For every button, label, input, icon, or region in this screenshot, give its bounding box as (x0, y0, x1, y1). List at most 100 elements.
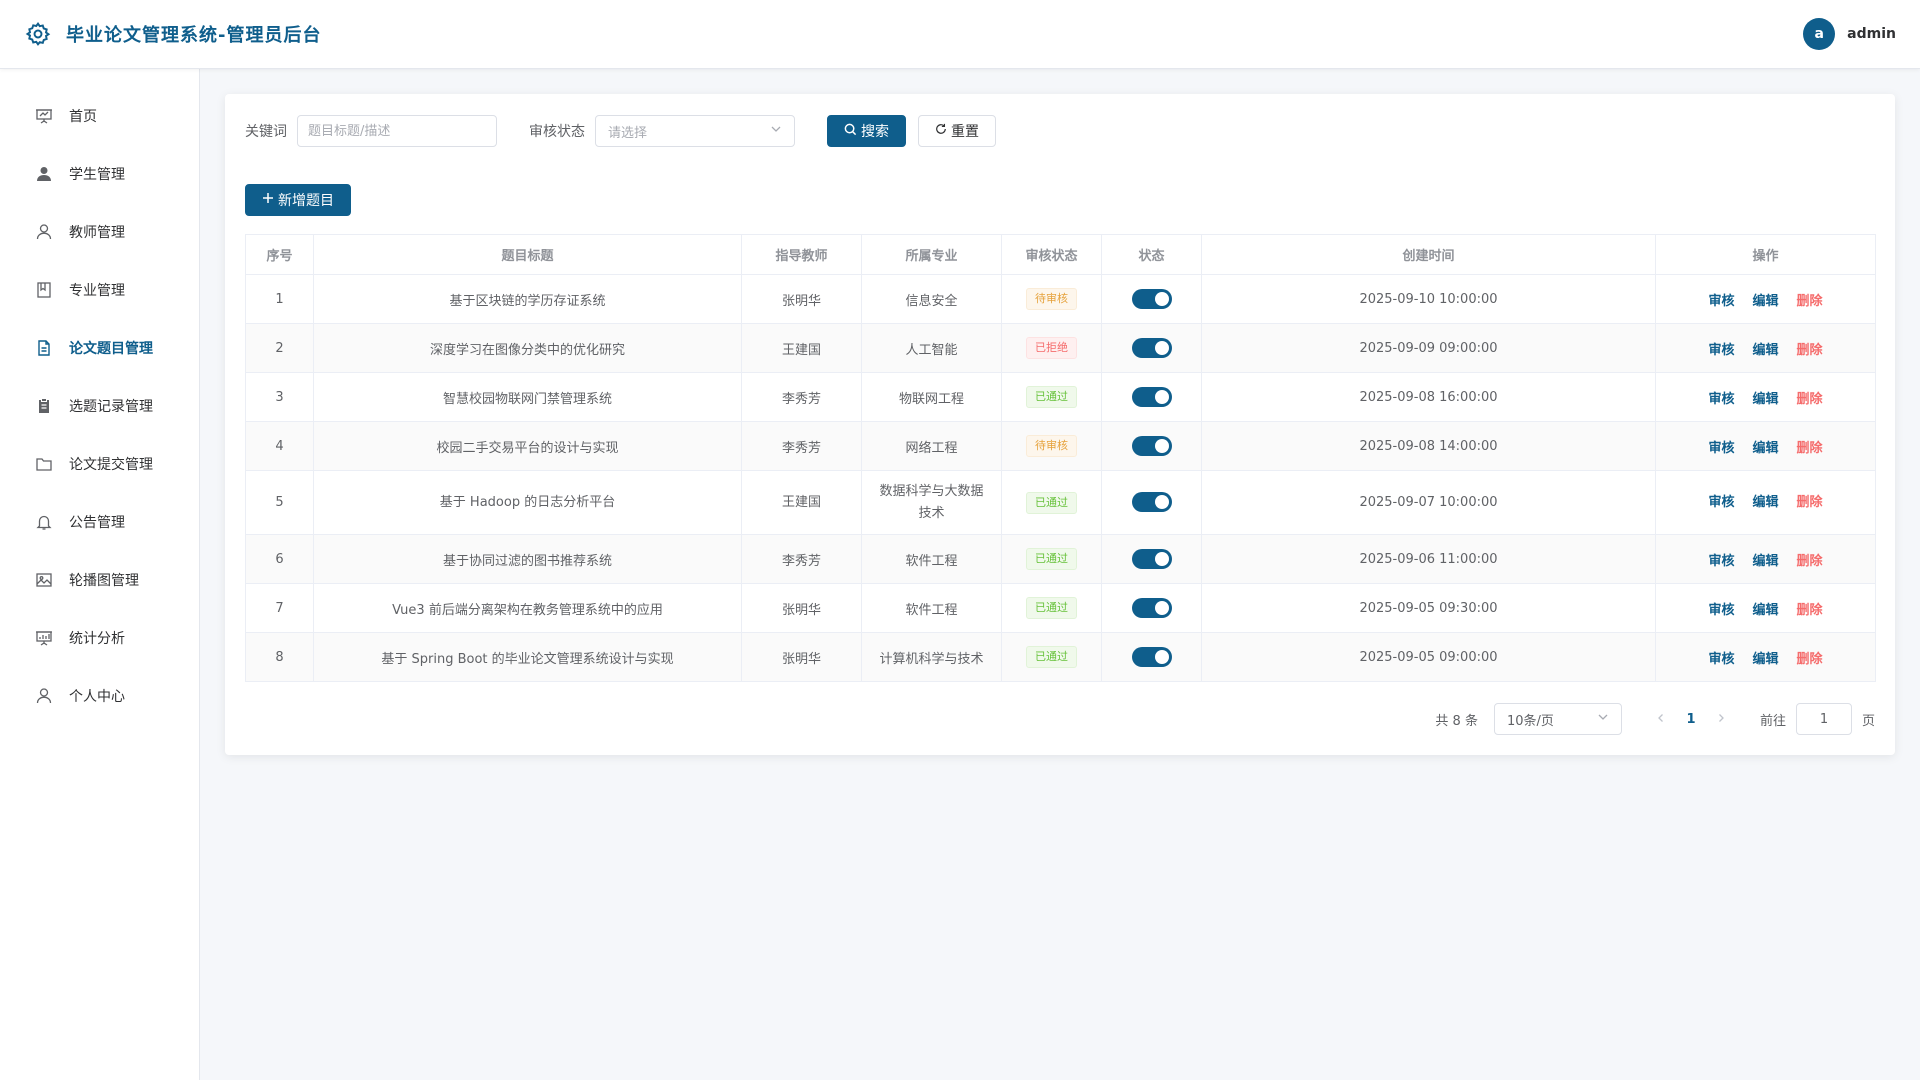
delete-button[interactable]: 删除 (1797, 648, 1823, 667)
sidebar-item-2[interactable]: 教师管理 (0, 203, 199, 261)
keyword-input[interactable] (297, 115, 497, 147)
sidebar-item-3[interactable]: 专业管理 (0, 261, 199, 319)
created-time: 2025-09-05 09:00:00 (1201, 632, 1656, 682)
delete-button[interactable]: 删除 (1797, 437, 1823, 456)
created-time: 2025-09-08 16:00:00 (1201, 372, 1656, 422)
row-number: 5 (245, 470, 314, 535)
edit-button[interactable]: 编辑 (1752, 648, 1778, 667)
row-actions: 审核 编辑 删除 (1655, 632, 1876, 682)
review-button[interactable]: 审核 (1708, 290, 1734, 309)
review-button[interactable]: 审核 (1708, 437, 1734, 456)
presentation-icon (35, 107, 53, 125)
avatar[interactable]: a (1803, 18, 1836, 50)
sidebar-item-6[interactable]: 论文提交管理 (0, 435, 199, 493)
next-page-button[interactable] (1706, 712, 1736, 727)
filter-bar: 关键词 审核状态 请选择 搜索 重置 (245, 114, 1875, 148)
sidebar-item-4[interactable]: 论文题目管理 (0, 319, 199, 377)
review-status-cell: 已通过 (1001, 583, 1102, 633)
table-row: 2 深度学习在图像分类中的优化研究 王建国 人工智能 已拒绝 2025-09-09 09:… (245, 323, 1876, 373)
created-time: 2025-09-05 09:30:00 (1201, 583, 1656, 633)
page-number[interactable]: 1 (1676, 712, 1706, 727)
notebook-icon (35, 281, 53, 299)
enabled-toggle[interactable] (1131, 549, 1172, 569)
delete-button[interactable]: 删除 (1797, 290, 1823, 309)
enabled-toggle[interactable] (1131, 338, 1172, 358)
row-actions: 审核 编辑 删除 (1655, 372, 1876, 422)
column-header: 创建时间 (1201, 234, 1656, 275)
sidebar-item-10[interactable]: 个人中心 (0, 667, 199, 725)
delete-button[interactable]: 删除 (1797, 492, 1823, 514)
sidebar-item-9[interactable]: 统计分析 (0, 609, 199, 667)
sidebar-item-7[interactable]: 公告管理 (0, 493, 199, 551)
bell-icon (35, 513, 53, 531)
sidebar-item-0[interactable]: 首页 (0, 87, 199, 145)
search-button-label: 搜索 (861, 124, 889, 140)
review-button[interactable]: 审核 (1708, 339, 1734, 358)
enabled-toggle[interactable] (1131, 387, 1172, 407)
refresh-icon (935, 123, 947, 139)
status-badge: 已通过 (1026, 548, 1077, 570)
enabled-toggle[interactable] (1131, 436, 1172, 456)
goto-page-input[interactable] (1795, 703, 1852, 735)
column-header: 指导教师 (741, 234, 862, 275)
brand: 毕业论文管理系统-管理员后台 (24, 20, 321, 48)
sidebar: 首页学生管理教师管理专业管理 论文题目管理选题记录管理 论文提交管理 公告管理轮播图管… (0, 69, 200, 1080)
enabled-toggle[interactable] (1131, 598, 1172, 618)
sidebar-item-1[interactable]: 学生管理 (0, 145, 199, 203)
user-menu[interactable]: a admin (1803, 18, 1896, 50)
search-button[interactable]: 搜索 (827, 115, 906, 147)
edit-button[interactable]: 编辑 (1752, 550, 1778, 569)
teacher-name: 张明华 (741, 632, 862, 682)
enabled-toggle-cell (1101, 274, 1202, 324)
teacher-name: 李秀芳 (741, 421, 862, 471)
enabled-toggle[interactable] (1131, 492, 1172, 512)
edit-button[interactable]: 编辑 (1752, 339, 1778, 358)
edit-button[interactable]: 编辑 (1752, 437, 1778, 456)
top-header: 毕业论文管理系统-管理员后台 a admin (0, 0, 1920, 69)
username[interactable]: admin (1847, 26, 1896, 42)
major-name: 信息安全 (861, 274, 1002, 324)
enabled-toggle-cell (1101, 421, 1202, 471)
row-number: 8 (245, 632, 314, 682)
delete-button[interactable]: 删除 (1797, 599, 1823, 618)
enabled-toggle-cell (1101, 534, 1202, 584)
review-button[interactable]: 审核 (1708, 550, 1734, 569)
delete-button[interactable]: 删除 (1797, 550, 1823, 569)
sidebar-item-label: 公告管理 (69, 515, 125, 531)
gear-icon (24, 20, 52, 48)
reset-button[interactable]: 重置 (918, 115, 996, 147)
row-number: 3 (245, 372, 314, 422)
status-select[interactable]: 请选择 (595, 115, 795, 147)
edit-button[interactable]: 编辑 (1752, 290, 1778, 309)
user-filled-icon (35, 165, 53, 183)
edit-button[interactable]: 编辑 (1752, 599, 1778, 618)
add-topic-button[interactable]: 新增题目 (245, 184, 351, 216)
review-button[interactable]: 审核 (1708, 492, 1734, 514)
sidebar-item-label: 论文提交管理 (69, 457, 153, 473)
sidebar-item-label: 选题记录管理 (69, 399, 153, 415)
sidebar-item-8[interactable]: 轮播图管理 (0, 551, 199, 609)
row-actions: 审核 编辑 删除 (1655, 583, 1876, 633)
sidebar-item-5[interactable]: 选题记录管理 (0, 377, 199, 435)
review-button[interactable]: 审核 (1708, 648, 1734, 667)
sidebar-item-label: 首页 (69, 109, 97, 125)
edit-button[interactable]: 编辑 (1752, 388, 1778, 407)
enabled-toggle[interactable] (1131, 647, 1172, 667)
user-icon (35, 687, 53, 705)
enabled-toggle-cell (1101, 632, 1202, 682)
major-name: 人工智能 (861, 323, 1002, 373)
enabled-toggle[interactable] (1131, 289, 1172, 309)
review-status-cell: 已拒绝 (1001, 323, 1102, 373)
page-size-select[interactable]: 10条/页 (1493, 703, 1622, 735)
sidebar-item-label: 教师管理 (69, 225, 125, 241)
delete-button[interactable]: 删除 (1797, 339, 1823, 358)
keyword-label: 关键词 (245, 124, 287, 140)
review-button[interactable]: 审核 (1708, 388, 1734, 407)
table-row: 5 基于 Hadoop 的日志分析平台 王建国 数据科学与大数据技术 已通过 2025-0… (245, 470, 1876, 535)
enabled-toggle-cell (1101, 583, 1202, 633)
prev-page-button[interactable] (1646, 712, 1676, 727)
edit-button[interactable]: 编辑 (1752, 492, 1778, 514)
column-header: 序号 (245, 234, 314, 275)
review-button[interactable]: 审核 (1708, 599, 1734, 618)
delete-button[interactable]: 删除 (1797, 388, 1823, 407)
